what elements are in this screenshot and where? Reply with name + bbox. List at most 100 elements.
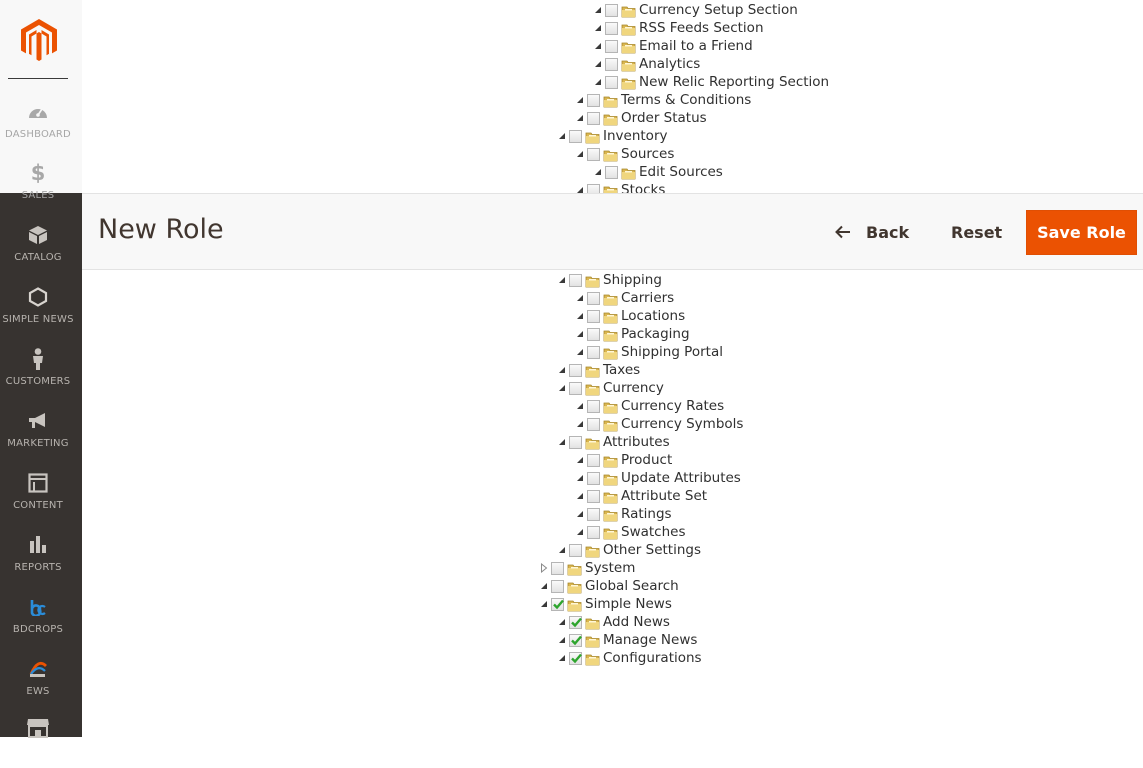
tree-node-label[interactable]: System: [585, 560, 635, 576]
tree-collapse-arrow-icon[interactable]: [537, 577, 551, 595]
tree-node-checkbox[interactable]: [569, 615, 582, 629]
tree-collapse-arrow-icon[interactable]: [573, 505, 587, 523]
tree-node-label[interactable]: Currency Setup Section: [639, 2, 798, 18]
tree-node-checkbox[interactable]: [587, 507, 600, 521]
tree-node-label[interactable]: Inventory: [603, 128, 667, 144]
tree-collapse-arrow-icon[interactable]: [573, 145, 587, 163]
tree-collapse-arrow-icon[interactable]: [591, 19, 605, 37]
tree-collapse-arrow-icon[interactable]: [555, 631, 569, 649]
tree-node-label[interactable]: Email to a Friend: [639, 38, 753, 54]
tree-node-checkbox[interactable]: [587, 453, 600, 467]
tree-node-checkbox[interactable]: [587, 525, 600, 539]
sidebar-item-marketing[interactable]: MARKETING: [0, 401, 76, 461]
sidebar-item-simple-news[interactable]: SIMPLE NEWS: [0, 277, 76, 337]
tree-collapse-arrow-icon[interactable]: [555, 649, 569, 667]
tree-node-label[interactable]: Shipping: [603, 272, 662, 288]
tree-node-label[interactable]: Simple News: [585, 596, 672, 612]
tree-expand-arrow-icon[interactable]: [537, 559, 551, 577]
tree-node-label[interactable]: Attribute Set: [621, 488, 707, 504]
tree-collapse-arrow-icon[interactable]: [555, 271, 569, 289]
tree-collapse-arrow-icon[interactable]: [591, 55, 605, 73]
tree-collapse-arrow-icon[interactable]: [573, 451, 587, 469]
tree-node-label[interactable]: Attributes: [603, 434, 670, 450]
tree-node-label[interactable]: New Relic Reporting Section: [639, 74, 829, 90]
tree-node-checkbox[interactable]: [587, 345, 600, 359]
tree-node-checkbox[interactable]: [569, 651, 582, 665]
reset-button[interactable]: Reset: [951, 210, 1002, 254]
tree-node-label[interactable]: Carriers: [621, 290, 674, 306]
magento-logo-icon[interactable]: [21, 19, 57, 61]
tree-node-checkbox[interactable]: [569, 129, 582, 143]
tree-collapse-arrow-icon[interactable]: [591, 73, 605, 91]
tree-collapse-arrow-icon[interactable]: [573, 289, 587, 307]
sidebar-item-dashboard[interactable]: DASHBOARD: [0, 92, 76, 152]
tree-collapse-arrow-icon[interactable]: [573, 343, 587, 361]
sidebar-item-ews[interactable]: EWS: [0, 649, 76, 709]
tree-node-checkbox[interactable]: [605, 3, 618, 17]
tree-node-label[interactable]: Manage News: [603, 632, 697, 648]
tree-collapse-arrow-icon[interactable]: [573, 91, 587, 109]
tree-node-checkbox[interactable]: [569, 381, 582, 395]
sidebar-item-customers[interactable]: CUSTOMERS: [0, 339, 76, 399]
tree-node-label[interactable]: Product: [621, 452, 672, 468]
tree-node-checkbox[interactable]: [605, 57, 618, 71]
tree-node-checkbox[interactable]: [605, 165, 618, 179]
back-button[interactable]: Back: [834, 210, 909, 254]
tree-node-checkbox[interactable]: [587, 291, 600, 305]
tree-collapse-arrow-icon[interactable]: [573, 415, 587, 433]
tree-node-label[interactable]: Edit Sources: [639, 164, 723, 180]
tree-node-label[interactable]: Swatches: [621, 524, 686, 540]
tree-node-label[interactable]: Add News: [603, 614, 670, 630]
tree-node-label[interactable]: Currency: [603, 380, 664, 396]
sidebar-item-content[interactable]: CONTENT: [0, 463, 76, 523]
tree-collapse-arrow-icon[interactable]: [573, 109, 587, 127]
sidebar-item-reports[interactable]: REPORTS: [0, 525, 76, 585]
tree-node-label[interactable]: Currency Rates: [621, 398, 724, 414]
tree-node-label[interactable]: Sources: [621, 146, 674, 162]
tree-collapse-arrow-icon[interactable]: [555, 613, 569, 631]
tree-node-label[interactable]: Analytics: [639, 56, 700, 72]
tree-node-label[interactable]: Locations: [621, 308, 685, 324]
tree-collapse-arrow-icon[interactable]: [591, 1, 605, 19]
tree-node-label[interactable]: Ratings: [621, 506, 672, 522]
sidebar-item-catalog[interactable]: CATALOG: [0, 215, 76, 275]
tree-node-checkbox[interactable]: [587, 147, 600, 161]
tree-node-label[interactable]: RSS Feeds Section: [639, 20, 764, 36]
tree-node-label[interactable]: Other Settings: [603, 542, 701, 558]
tree-node-checkbox[interactable]: [551, 561, 564, 575]
tree-node-checkbox[interactable]: [587, 111, 600, 125]
tree-node-checkbox[interactable]: [569, 543, 582, 557]
tree-node-checkbox[interactable]: [551, 579, 564, 593]
tree-collapse-arrow-icon[interactable]: [591, 37, 605, 55]
tree-node-checkbox[interactable]: [587, 399, 600, 413]
tree-node-checkbox[interactable]: [569, 363, 582, 377]
tree-node-label[interactable]: Shipping Portal: [621, 344, 723, 360]
tree-collapse-arrow-icon[interactable]: [537, 595, 551, 613]
tree-collapse-arrow-icon[interactable]: [555, 433, 569, 451]
sidebar-item-sales[interactable]: $ SALES: [0, 153, 76, 213]
tree-collapse-arrow-icon[interactable]: [573, 523, 587, 541]
tree-node-label[interactable]: Configurations: [603, 650, 702, 666]
tree-node-checkbox[interactable]: [569, 633, 582, 647]
tree-node-checkbox[interactable]: [587, 309, 600, 323]
tree-node-checkbox[interactable]: [587, 417, 600, 431]
tree-node-label[interactable]: Terms & Conditions: [621, 92, 751, 108]
tree-node-label[interactable]: Global Search: [585, 578, 679, 594]
tree-collapse-arrow-icon[interactable]: [573, 487, 587, 505]
tree-collapse-arrow-icon[interactable]: [555, 541, 569, 559]
tree-collapse-arrow-icon[interactable]: [573, 307, 587, 325]
tree-node-checkbox[interactable]: [605, 21, 618, 35]
tree-node-label[interactable]: Order Status: [621, 110, 707, 126]
tree-collapse-arrow-icon[interactable]: [573, 325, 587, 343]
tree-node-label[interactable]: Packaging: [621, 326, 690, 342]
tree-node-checkbox[interactable]: [587, 489, 600, 503]
tree-node-checkbox[interactable]: [569, 273, 582, 287]
tree-node-label[interactable]: Update Attributes: [621, 470, 741, 486]
tree-collapse-arrow-icon[interactable]: [555, 361, 569, 379]
tree-node-checkbox[interactable]: [605, 75, 618, 89]
sidebar-item-stores[interactable]: [0, 708, 76, 768]
tree-collapse-arrow-icon[interactable]: [573, 397, 587, 415]
tree-node-checkbox[interactable]: [551, 597, 564, 611]
tree-collapse-arrow-icon[interactable]: [591, 163, 605, 181]
save-role-button[interactable]: Save Role: [1026, 210, 1137, 255]
